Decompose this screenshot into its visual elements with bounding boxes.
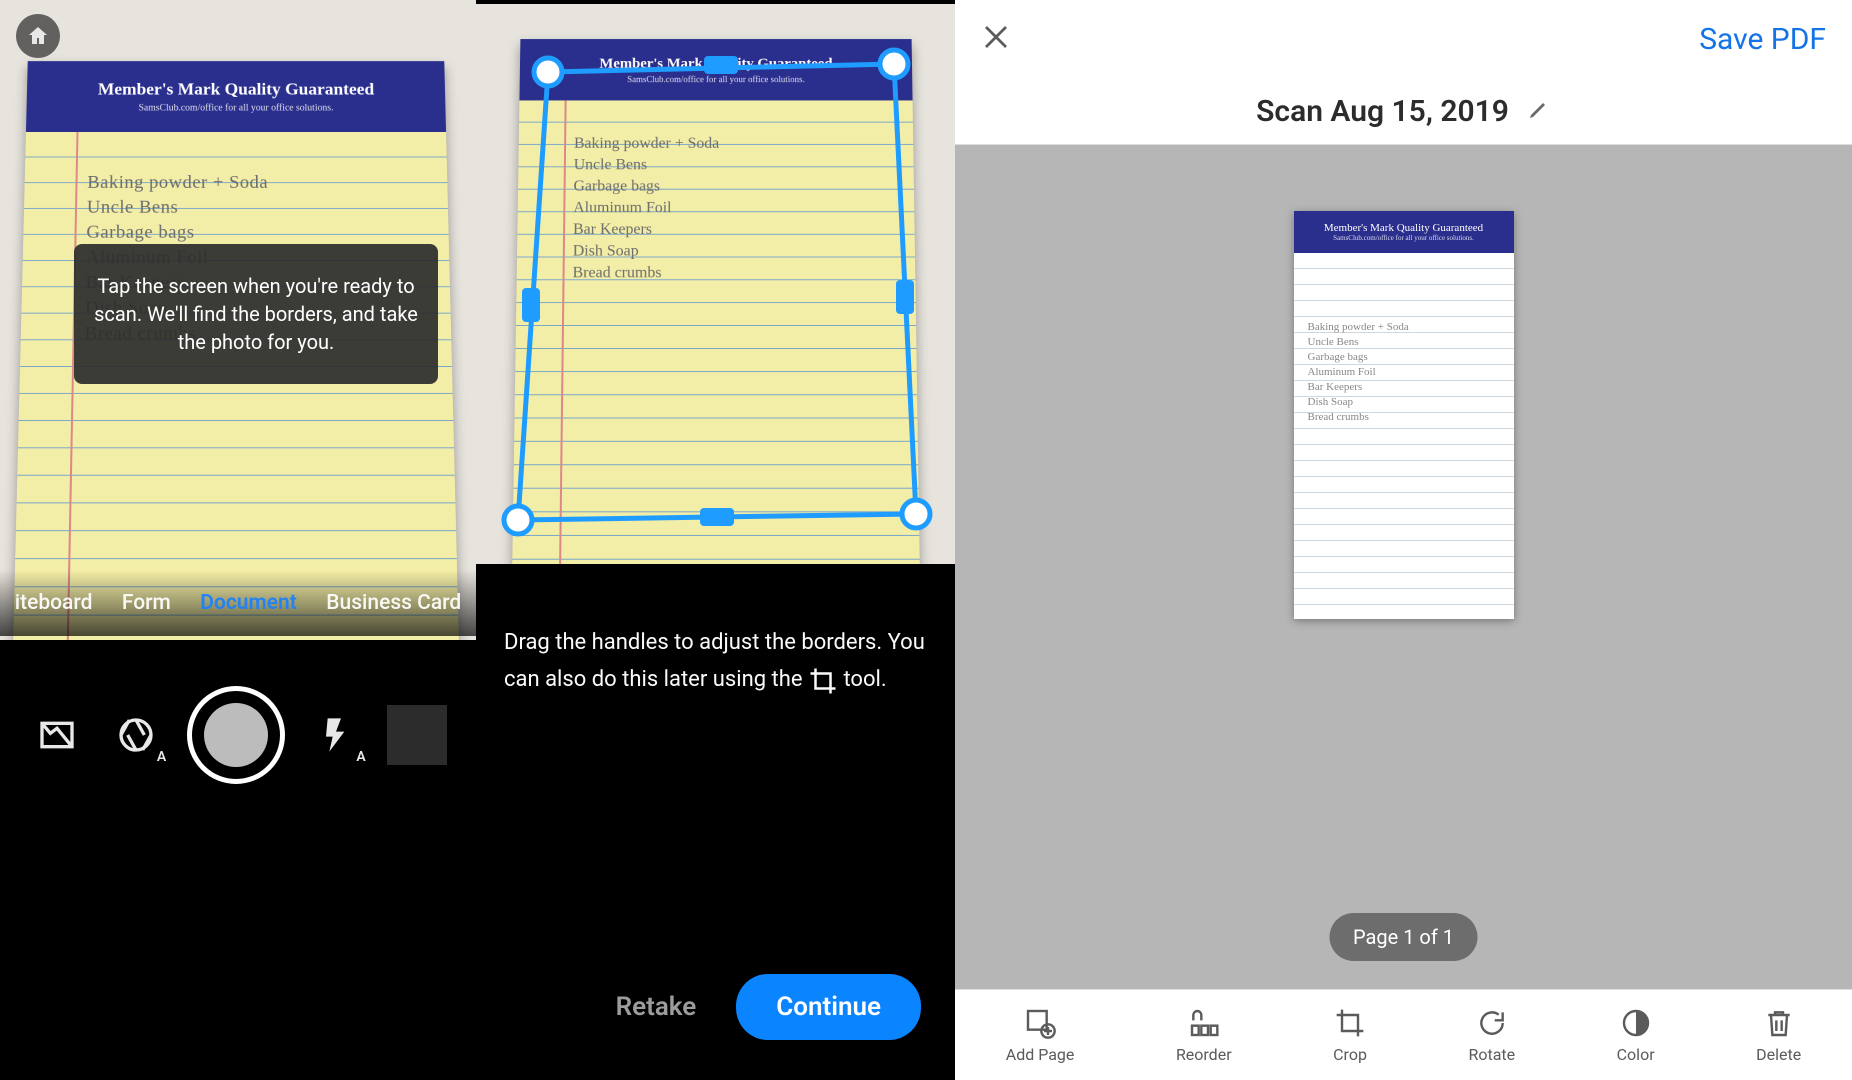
rotate-icon xyxy=(1476,1007,1508,1039)
scanned-page[interactable]: Member's Mark Quality Guaranteed SamsClu… xyxy=(1294,211,1514,619)
crop-instruction-post: tool. xyxy=(843,667,886,692)
home-icon xyxy=(26,24,50,48)
notepad-header-title: Member's Mark Quality Guaranteed xyxy=(27,80,445,100)
add-page-icon xyxy=(1024,1007,1056,1039)
notepad-header-sub: SamsClub.com/office for all your office … xyxy=(26,103,445,113)
crop-icon xyxy=(808,666,838,696)
review-toolbar: Add Page Reorder Crop Rotate Color Delet… xyxy=(955,989,1852,1080)
gallery-button[interactable] xyxy=(29,707,85,763)
home-button[interactable] xyxy=(16,14,60,58)
review-header: Save PDF xyxy=(955,0,1852,78)
notepad-document: Member's Mark Quality Guaranteed SamsClu… xyxy=(511,39,920,564)
crop-button[interactable]: Crop xyxy=(1333,1007,1367,1064)
close-button[interactable] xyxy=(981,22,1011,56)
crop-preview[interactable]: Member's Mark Quality Guaranteed SamsClu… xyxy=(476,4,955,564)
crop-icon xyxy=(1334,1007,1366,1039)
rename-button[interactable] xyxy=(1527,94,1551,129)
notepad-header: Member's Mark Quality Guaranteed SamsClu… xyxy=(1294,211,1514,253)
delete-button[interactable]: Delete xyxy=(1756,1007,1801,1064)
notepad-header: Member's Mark Quality Guaranteed SamsClu… xyxy=(26,61,446,132)
shutter-inner xyxy=(204,703,268,767)
rotate-button[interactable]: Rotate xyxy=(1468,1007,1515,1064)
scan-type-tabs: iteboard Form Document Business Card xyxy=(0,570,476,636)
close-icon xyxy=(981,22,1011,52)
scan-title-row: Scan Aug 15, 2019 xyxy=(955,78,1852,145)
flash-auto-label: A xyxy=(356,749,365,765)
tool-label: Reorder xyxy=(1176,1045,1232,1064)
pencil-icon xyxy=(1527,97,1551,121)
crop-buttons: Retake Continue xyxy=(476,974,955,1040)
continue-button[interactable]: Continue xyxy=(736,974,921,1040)
review-screen: Save PDF Scan Aug 15, 2019 Member's Mark… xyxy=(955,0,1852,1080)
color-icon xyxy=(1620,1007,1652,1039)
notepad-body: Baking powder + Soda Uncle Bens Garbage … xyxy=(1294,253,1514,619)
camera-viewfinder[interactable]: Member's Mark Quality Guaranteed SamsClu… xyxy=(0,0,476,640)
color-button[interactable]: Color xyxy=(1617,1007,1655,1064)
page-canvas[interactable]: Member's Mark Quality Guaranteed SamsClu… xyxy=(955,145,1852,989)
tool-label: Delete xyxy=(1756,1045,1801,1064)
tab-business-card[interactable]: Business Card xyxy=(326,591,461,615)
flash-icon xyxy=(316,715,356,755)
tab-whiteboard[interactable]: iteboard xyxy=(15,591,93,615)
trash-icon xyxy=(1763,1007,1795,1039)
save-pdf-button[interactable]: Save PDF xyxy=(1699,22,1826,57)
tab-document[interactable]: Document xyxy=(200,591,297,615)
crop-screen: Member's Mark Quality Guaranteed SamsClu… xyxy=(476,0,955,1080)
tool-label: Rotate xyxy=(1468,1045,1515,1064)
notepad-header-title: Member's Mark Quality Guaranteed xyxy=(520,56,912,72)
reorder-icon xyxy=(1188,1007,1220,1039)
camera-toolbar: A A xyxy=(0,640,476,830)
notepad-header-title: Member's Mark Quality Guaranteed xyxy=(1324,222,1483,234)
handwritten-list: Baking powder + Soda Uncle Bens Garbage … xyxy=(572,133,719,284)
tool-label: Add Page xyxy=(1006,1045,1075,1064)
tool-label: Color xyxy=(1617,1045,1655,1064)
scan-tooltip: Tap the screen when you're ready to scan… xyxy=(74,244,438,384)
auto-label: A xyxy=(157,749,166,765)
gallery-icon xyxy=(37,715,77,755)
auto-capture-button[interactable]: A xyxy=(108,707,164,763)
notepad-header-sub: SamsClub.com/office for all your office … xyxy=(520,74,913,84)
reorder-button[interactable]: Reorder xyxy=(1176,1007,1232,1064)
handwritten-list: Baking powder + Soda Uncle Bens Garbage … xyxy=(1308,320,1409,425)
notepad-header: Member's Mark Quality Guaranteed SamsClu… xyxy=(519,39,912,100)
camera-screen: Member's Mark Quality Guaranteed SamsClu… xyxy=(0,0,476,1080)
flash-button[interactable]: A xyxy=(308,707,364,763)
crop-instruction: Drag the handles to adjust the borders. … xyxy=(476,564,955,699)
scan-title: Scan Aug 15, 2019 xyxy=(1256,94,1509,129)
last-scan-thumbnail[interactable] xyxy=(387,705,447,765)
tool-label: Crop xyxy=(1333,1045,1367,1064)
shutter-button[interactable] xyxy=(187,686,285,784)
retake-button[interactable]: Retake xyxy=(616,992,697,1022)
aperture-icon xyxy=(116,715,156,755)
add-page-button[interactable]: Add Page xyxy=(1006,1007,1075,1064)
tab-form[interactable]: Form xyxy=(122,591,171,615)
notepad-header-sub: SamsClub.com/office for all your office … xyxy=(1333,234,1474,242)
page-indicator: Page 1 of 1 xyxy=(1329,913,1478,961)
